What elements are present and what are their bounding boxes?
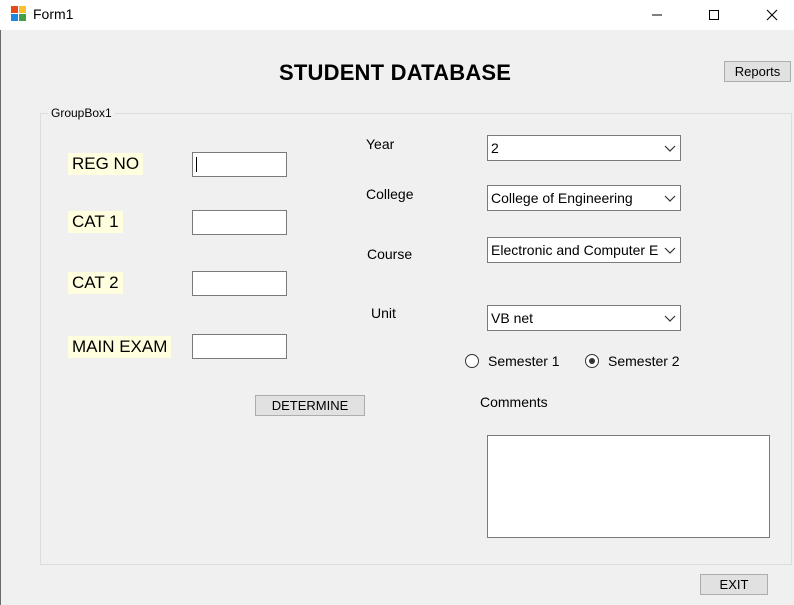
page-title: STUDENT DATABASE	[279, 60, 512, 85]
reports-button[interactable]: Reports	[724, 61, 791, 82]
determine-button[interactable]: DETERMINE	[255, 395, 365, 416]
college-label: College	[366, 186, 414, 202]
minimize-button[interactable]	[634, 0, 680, 30]
semester1-radio[interactable]	[465, 354, 479, 368]
close-button[interactable]	[749, 0, 794, 30]
main-exam-label: MAIN EXAM	[68, 336, 172, 358]
course-combobox[interactable]: Electronic and Computer En	[487, 237, 681, 263]
reg-no-label: REG NO	[68, 153, 144, 175]
chevron-down-icon	[664, 195, 676, 202]
maximize-button[interactable]	[691, 0, 737, 30]
year-value: 2	[491, 140, 499, 156]
semester1-label[interactable]: Semester 1	[488, 353, 560, 369]
course-value: Electronic and Computer En	[491, 242, 659, 258]
college-value: College of Engineering	[491, 190, 633, 206]
semester2-radio[interactable]	[585, 354, 599, 368]
year-combobox[interactable]: 2	[487, 135, 681, 161]
cat2-field[interactable]	[192, 271, 287, 296]
unit-value: VB net	[491, 310, 534, 326]
minimize-icon	[652, 14, 662, 16]
comments-textarea[interactable]	[487, 435, 770, 538]
radio-selected-dot	[589, 358, 595, 364]
chevron-down-icon	[664, 145, 676, 152]
comments-label: Comments	[480, 394, 548, 410]
cat1-field[interactable]	[192, 210, 287, 235]
main-exam-field[interactable]	[192, 334, 287, 359]
year-label: Year	[366, 136, 395, 152]
close-icon	[766, 9, 778, 21]
cat1-label: CAT 1	[68, 211, 123, 233]
window-title: Form1	[33, 6, 74, 22]
unit-label: Unit	[371, 305, 396, 321]
text-caret	[196, 157, 197, 172]
unit-combobox[interactable]: VB net	[487, 305, 681, 331]
reg-no-field[interactable]	[192, 152, 287, 177]
chevron-down-icon	[664, 247, 676, 254]
college-combobox[interactable]: College of Engineering	[487, 185, 681, 211]
semester2-label[interactable]: Semester 2	[608, 353, 680, 369]
exit-button[interactable]: EXIT	[700, 574, 768, 595]
course-label: Course	[367, 246, 413, 262]
groupbox-caption: GroupBox1	[48, 106, 115, 120]
chevron-down-icon	[664, 315, 676, 322]
cat2-label: CAT 2	[68, 272, 123, 294]
windows-form-icon	[11, 6, 27, 22]
title-bar: Form1	[0, 0, 794, 30]
maximize-icon	[709, 10, 719, 20]
